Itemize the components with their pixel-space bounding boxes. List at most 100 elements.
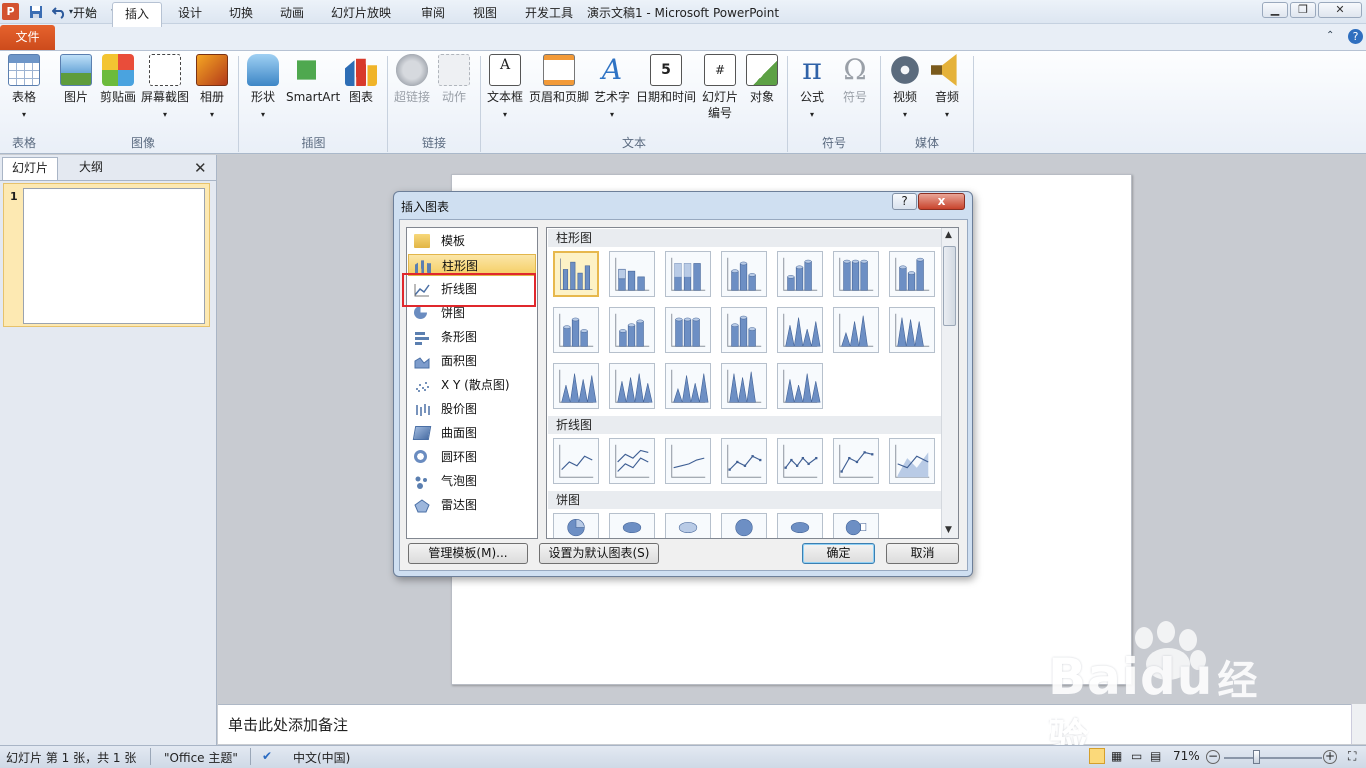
cancel-button[interactable]: 取消 [886, 543, 959, 564]
shapes-button[interactable]: 形状 ▾ [244, 54, 282, 123]
textbox-button[interactable]: A 文本框 ▾ [484, 54, 526, 123]
tab-view[interactable]: 视图 [462, 2, 508, 27]
chart-type-line-7[interactable] [889, 438, 935, 484]
tab-outline[interactable]: 大纲 [62, 157, 120, 180]
maximize-button[interactable]: ❐ [1290, 2, 1316, 18]
chart-type-column-16[interactable] [609, 363, 655, 409]
chart-type-line-4[interactable] [721, 438, 767, 484]
zoom-level[interactable]: 71% [1173, 749, 1200, 763]
wordart-button[interactable]: A 艺术字 ▾ [592, 54, 632, 123]
chart-type-pie-1[interactable] [553, 513, 599, 538]
chart-type-column-7[interactable] [889, 251, 935, 297]
manage-templates-button[interactable]: 管理模板(M)... [408, 543, 528, 564]
slide-thumbnail[interactable] [23, 188, 205, 324]
help-icon[interactable]: ? [1348, 29, 1363, 44]
chart-type-pie-4[interactable] [721, 513, 767, 538]
spellcheck-icon[interactable]: ✔ [262, 749, 272, 763]
zoom-in-icon[interactable]: + [1323, 750, 1337, 764]
slideshow-icon[interactable]: ▤ [1150, 749, 1161, 763]
minimize-ribbon-icon[interactable]: ⌃ [1326, 30, 1334, 41]
theme-name[interactable]: "Office 主题" [164, 749, 238, 766]
clipart-button[interactable]: 剪贴画 [98, 54, 138, 105]
chart-type-pie-3[interactable] [665, 513, 711, 538]
tab-file[interactable]: 文件 [0, 25, 55, 51]
tab-slideshow[interactable]: 幻灯片放映 [322, 2, 400, 27]
close-pane-icon[interactable]: ✕ [194, 159, 207, 177]
chart-type-column-11[interactable] [721, 307, 767, 353]
normal-view-icon[interactable] [1089, 748, 1105, 764]
video-button[interactable]: 视频 ▾ [886, 54, 924, 123]
chart-type-column-9[interactable] [609, 307, 655, 353]
chart-type-line-1[interactable] [553, 438, 599, 484]
symbol-button[interactable]: Ω 符号 [836, 54, 874, 105]
category-bar[interactable]: 条形图 [408, 326, 536, 348]
gallery-scroll-thumb[interactable] [943, 246, 956, 326]
tab-slides[interactable]: 幻灯片 [2, 157, 58, 180]
tab-animations[interactable]: 动画 [269, 2, 315, 27]
chart-type-column-1[interactable] [553, 251, 599, 297]
chart-type-pie-2[interactable] [609, 513, 655, 538]
chart-type-line-6[interactable] [833, 438, 879, 484]
minimize-button[interactable]: ▁ [1262, 2, 1288, 18]
chart-button[interactable]: 图表 [342, 54, 380, 105]
notes-scrollbar[interactable] [1351, 704, 1366, 744]
category-area[interactable]: 面积图 [408, 350, 536, 372]
chart-type-column-2[interactable] [609, 251, 655, 297]
screenshot-button[interactable]: 屏幕截图 ▾ [140, 54, 190, 123]
chart-type-column-8[interactable] [553, 307, 599, 353]
chart-type-line-5[interactable] [777, 438, 823, 484]
reading-view-icon[interactable]: ▭ [1131, 749, 1142, 763]
scroll-down-icon[interactable]: ▼ [945, 525, 952, 535]
chart-type-column-14[interactable] [889, 307, 935, 353]
chart-type-column-10[interactable] [665, 307, 711, 353]
tab-home[interactable]: 开始 [62, 2, 108, 27]
datetime-button[interactable]: 5 日期和时间 [634, 54, 698, 105]
dialog-close-button[interactable]: x [918, 193, 965, 210]
language[interactable]: 中文(中国) [293, 749, 350, 766]
chart-type-column-19[interactable] [777, 363, 823, 409]
slide-number-button[interactable]: # 幻灯片 编号 [700, 54, 740, 121]
chart-type-column-12[interactable] [777, 307, 823, 353]
category-scatter[interactable]: X Y (散点图) [408, 374, 536, 396]
chart-type-line-2[interactable] [609, 438, 655, 484]
chart-type-column-3[interactable] [665, 251, 711, 297]
category-surface[interactable]: 曲面图 [408, 422, 536, 444]
chart-type-pie-6[interactable] [833, 513, 879, 538]
smartart-button[interactable]: SmartArt [286, 54, 340, 105]
object-button[interactable]: 对象 [742, 54, 782, 105]
album-button[interactable]: 相册 ▾ [194, 54, 230, 123]
category-bubble[interactable]: 气泡图 [408, 470, 536, 492]
scroll-up-icon[interactable]: ▲ [945, 230, 952, 240]
tab-design[interactable]: 设计 [167, 2, 213, 27]
tab-transitions[interactable]: 切换 [218, 2, 264, 27]
tab-insert[interactable]: 插入 [112, 2, 162, 27]
table-button[interactable]: 表格 ▾ [4, 54, 44, 123]
zoom-slider[interactable] [1224, 757, 1322, 759]
chart-type-column-6[interactable] [833, 251, 879, 297]
zoom-slider-thumb[interactable] [1253, 750, 1260, 764]
chart-type-line-3[interactable] [665, 438, 711, 484]
tab-review[interactable]: 审阅 [410, 2, 456, 27]
tab-developer[interactable]: 开发工具 [514, 2, 584, 27]
hyperlink-button[interactable]: 超链接 [392, 54, 432, 105]
set-default-chart-button[interactable]: 设置为默认图表(S) [539, 543, 659, 564]
category-doughnut[interactable]: 圆环图 [408, 446, 536, 468]
zoom-out-icon[interactable]: − [1206, 750, 1220, 764]
fit-slide-icon[interactable]: ⛶ [1348, 749, 1356, 764]
chart-type-column-15[interactable] [553, 363, 599, 409]
chart-type-pie-5[interactable] [777, 513, 823, 538]
chart-type-column-17[interactable] [665, 363, 711, 409]
dialog-help-button[interactable]: ? [892, 193, 917, 210]
header-footer-button[interactable]: 页眉和页脚 [528, 54, 590, 105]
chart-type-column-4[interactable] [721, 251, 767, 297]
category-radar[interactable]: 雷达图 [408, 494, 536, 516]
chart-type-column-18[interactable] [721, 363, 767, 409]
chart-type-column-13[interactable] [833, 307, 879, 353]
notes-placeholder[interactable]: 单击此处添加备注 [228, 714, 348, 735]
picture-button[interactable]: 图片 [56, 54, 96, 105]
close-button[interactable]: ✕ [1318, 2, 1362, 18]
action-button[interactable]: 动作 [436, 54, 472, 105]
chart-type-column-5[interactable] [777, 251, 823, 297]
equation-button[interactable]: π 公式 ▾ [793, 54, 831, 123]
slide-sorter-icon[interactable]: ▦ [1111, 749, 1122, 763]
